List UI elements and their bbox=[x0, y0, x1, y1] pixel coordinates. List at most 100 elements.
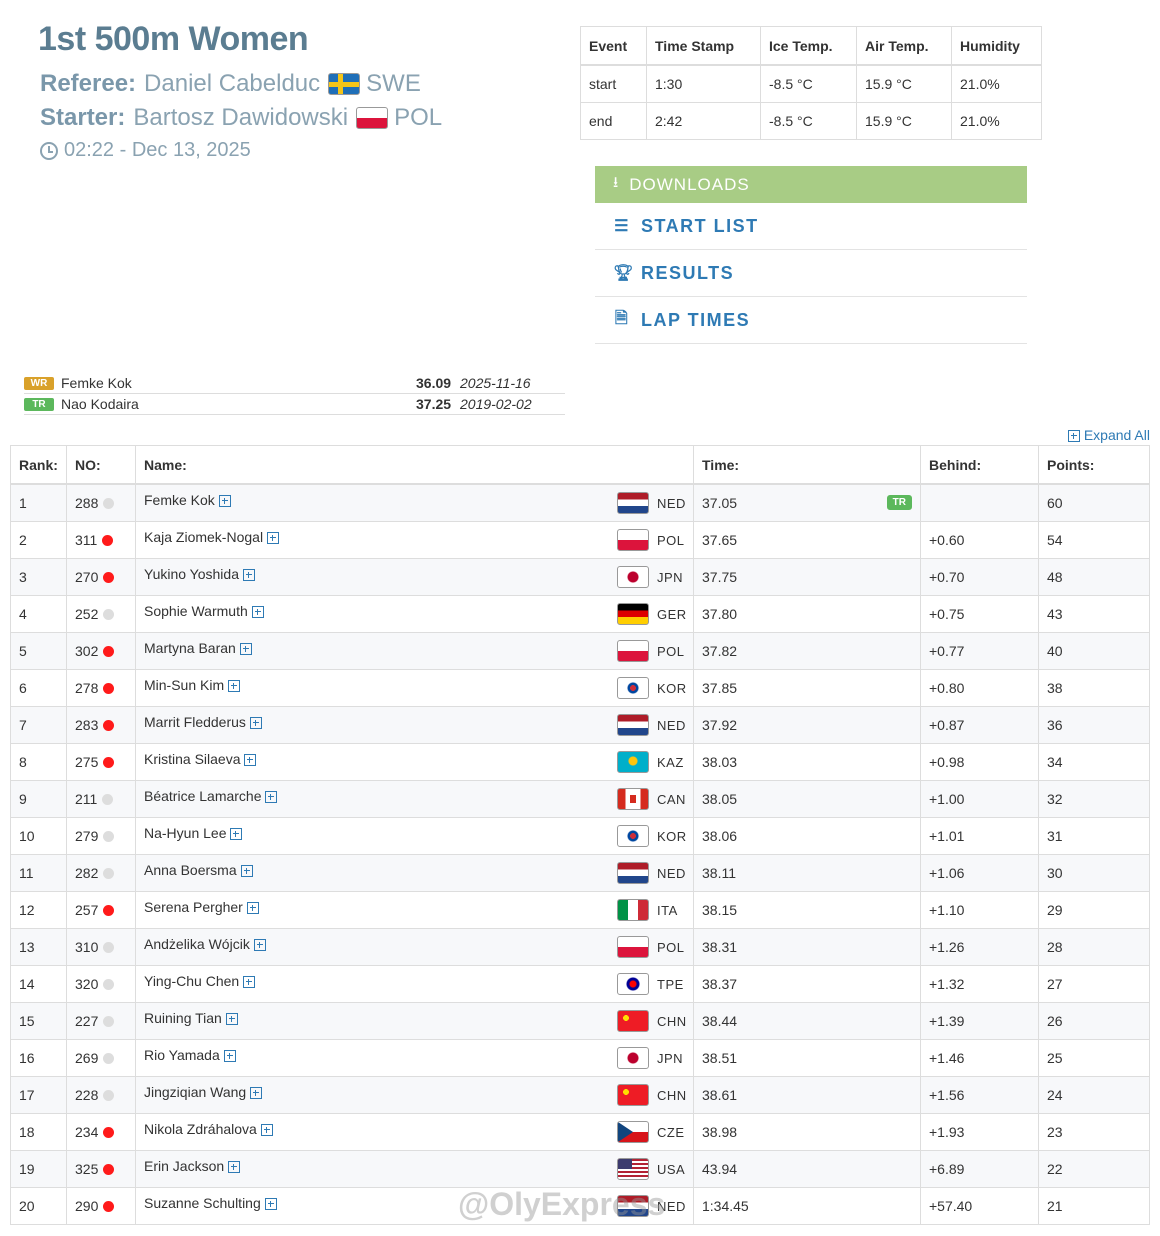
expand-row-icon[interactable] bbox=[225, 1013, 238, 1026]
name-cell: Min-Sun Kim KOR bbox=[135, 669, 694, 707]
country-code: JPN bbox=[657, 1050, 684, 1066]
expand-row-icon[interactable] bbox=[239, 643, 252, 656]
nationality: POL bbox=[617, 529, 685, 551]
nationality: JPN bbox=[617, 566, 685, 588]
name-cell: Sophie Warmuth GER bbox=[135, 595, 694, 633]
expand-row-icon[interactable] bbox=[265, 791, 278, 804]
number-cell: 269 bbox=[66, 1039, 136, 1077]
expand-row-icon[interactable] bbox=[244, 754, 257, 767]
expand-row-icon[interactable] bbox=[246, 902, 259, 915]
expand-row-icon[interactable] bbox=[230, 828, 243, 841]
clock-icon bbox=[40, 141, 58, 160]
time-value: 38.15 bbox=[702, 902, 738, 918]
country-code: POL bbox=[657, 532, 685, 548]
expand-row-icon[interactable] bbox=[260, 1124, 273, 1137]
skater-number: 282 bbox=[75, 865, 99, 881]
starter-label: Starter: bbox=[40, 104, 126, 131]
download-start-list[interactable]: ☰ START LIST bbox=[595, 203, 1027, 250]
skater-name: Martyna Baran bbox=[144, 640, 236, 656]
download-lap-times[interactable]: 🗎︎ LAP TIMES bbox=[595, 297, 1027, 344]
time-value: 37.82 bbox=[702, 643, 738, 659]
nationality: POL bbox=[617, 936, 685, 958]
expand-row-icon[interactable] bbox=[218, 495, 231, 508]
flag-icon bbox=[617, 640, 649, 662]
expand-row-icon[interactable] bbox=[253, 939, 266, 952]
download-results[interactable]: 🏆︎ RESULTS bbox=[595, 250, 1027, 297]
time-value: 1:34.45 bbox=[702, 1198, 749, 1214]
expand-row-icon[interactable] bbox=[223, 1050, 236, 1063]
page-title: 1st 500m Women bbox=[38, 20, 309, 58]
flag-icon bbox=[617, 1047, 649, 1069]
table-row: 11 282 Anna Boersma NED 38.11 +1.06 30 bbox=[10, 854, 1150, 892]
nationality: JPN bbox=[617, 1047, 685, 1069]
table-row: 1 288 Femke Kok NED 37.05 TR 60 bbox=[10, 483, 1150, 522]
skater-name: Béatrice Lamarche bbox=[144, 788, 262, 804]
country-code: ITA bbox=[657, 902, 678, 918]
name-cell: Béatrice Lamarche CAN bbox=[135, 780, 694, 818]
event-datetime: 02:22 - Dec 13, 2025 bbox=[64, 139, 251, 161]
referee-name: Daniel Cabelduc bbox=[144, 70, 321, 97]
behind-cell: +0.75 bbox=[920, 595, 1039, 633]
time-value: 37.65 bbox=[702, 532, 738, 548]
skater-number: 269 bbox=[75, 1050, 99, 1066]
status-dot-icon bbox=[103, 1200, 115, 1212]
country-code: JPN bbox=[657, 569, 684, 585]
points-cell: 36 bbox=[1038, 706, 1150, 744]
skater-name: Rio Yamada bbox=[144, 1047, 220, 1063]
table-row: 14 320 Ying-Chu Chen TPE 38.37 +1.32 27 bbox=[10, 965, 1150, 1003]
nationality: CZE bbox=[617, 1121, 685, 1143]
skater-name: Andżelika Wójcik bbox=[144, 936, 250, 952]
expand-row-icon[interactable] bbox=[228, 680, 241, 693]
time-cell: 1:34.45 bbox=[693, 1187, 921, 1225]
swe-flag-icon bbox=[328, 73, 361, 95]
behind-cell bbox=[920, 483, 1039, 522]
starter-country: POL bbox=[394, 104, 443, 131]
country-code: CAN bbox=[657, 791, 686, 807]
document-icon: 🗎︎ bbox=[614, 309, 630, 327]
behind-cell: +57.40 bbox=[920, 1187, 1039, 1225]
expand-row-icon[interactable] bbox=[249, 717, 262, 730]
behind-cell: +1.46 bbox=[920, 1039, 1039, 1077]
name-cell: Nikola Zdráhalova CZE bbox=[135, 1113, 694, 1151]
expand-row-icon[interactable] bbox=[240, 865, 253, 878]
track-record-badge: TR bbox=[886, 495, 912, 510]
list-icon: ☰ bbox=[614, 218, 630, 235]
name-cell: Serena Pergher ITA bbox=[135, 891, 694, 929]
name-cell: Kristina Silaeva KAZ bbox=[135, 743, 694, 781]
col-ice-temp: Ice Temp. bbox=[760, 26, 857, 66]
cond-air-temp: 15.9 °C bbox=[856, 102, 952, 140]
country-code: USA bbox=[657, 1161, 686, 1177]
points-cell: 28 bbox=[1038, 928, 1150, 966]
rank-cell: 14 bbox=[10, 965, 67, 1003]
expand-row-icon[interactable] bbox=[228, 1161, 241, 1174]
nationality: NED bbox=[617, 714, 685, 736]
skater-name: Kaja Ziomek-Nogal bbox=[144, 529, 264, 545]
time-cell: 37.80 bbox=[693, 595, 921, 633]
nationality: TPE bbox=[617, 973, 685, 995]
table-row: 7 283 Marrit Fledderus NED 37.92 +0.87 36 bbox=[10, 706, 1150, 744]
expand-row-icon[interactable] bbox=[250, 1087, 263, 1100]
name-cell: Na-Hyun Lee KOR bbox=[135, 817, 694, 855]
number-cell: 252 bbox=[66, 595, 136, 633]
expand-row-icon[interactable] bbox=[251, 606, 264, 619]
rank-cell: 3 bbox=[10, 558, 67, 596]
cond-timestamp: 1:30 bbox=[646, 64, 761, 103]
points-cell: 60 bbox=[1038, 483, 1150, 522]
rank-cell: 11 bbox=[10, 854, 67, 892]
time-cell: 37.05 TR bbox=[693, 483, 921, 522]
skater-name: Yukino Yoshida bbox=[144, 566, 239, 582]
flag-icon bbox=[617, 603, 649, 625]
expand-row-icon[interactable] bbox=[243, 976, 256, 989]
download-icon: ⭳ bbox=[613, 174, 620, 191]
expand-row-icon[interactable] bbox=[266, 532, 279, 545]
number-cell: 270 bbox=[66, 558, 136, 596]
nationality: ITA bbox=[617, 899, 685, 921]
behind-cell: +0.87 bbox=[920, 706, 1039, 744]
points-cell: 29 bbox=[1038, 891, 1150, 929]
table-row: 8 275 Kristina Silaeva KAZ 38.03 +0.98 34 bbox=[10, 743, 1150, 781]
country-code: TPE bbox=[657, 976, 684, 992]
expand-row-icon[interactable] bbox=[242, 569, 255, 582]
number-cell: 283 bbox=[66, 706, 136, 744]
expand-all-link[interactable]: Expand All bbox=[1067, 427, 1150, 443]
expand-row-icon[interactable] bbox=[264, 1198, 277, 1211]
